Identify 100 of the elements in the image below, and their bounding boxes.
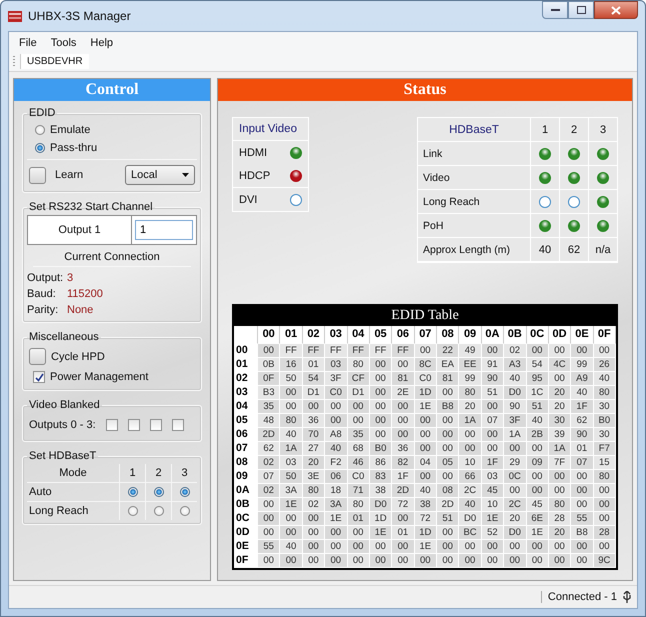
option-label: Power Management bbox=[50, 371, 148, 383]
table-cell: 30 bbox=[548, 414, 572, 428]
table-cell: D0 bbox=[504, 386, 526, 400]
table-cell: C0 bbox=[348, 470, 370, 484]
table-cell: 36 bbox=[302, 414, 326, 428]
table-cell: 3A bbox=[280, 484, 303, 498]
table-cell: 00 bbox=[437, 386, 460, 400]
table-title: EDID Table bbox=[234, 306, 616, 326]
table-cell: 2C bbox=[459, 484, 482, 498]
table-cell: 08 bbox=[437, 484, 460, 498]
checkbox[interactable] bbox=[33, 371, 45, 383]
table-cell: FF bbox=[280, 344, 303, 358]
menu-item[interactable]: File bbox=[13, 35, 43, 51]
table-cell: 15 bbox=[594, 456, 616, 470]
table-cell: 00 bbox=[392, 428, 415, 442]
table-cell: 6E bbox=[526, 512, 549, 526]
maximize-button[interactable] bbox=[568, 1, 594, 19]
device-tab[interactable]: USBDEVHR bbox=[20, 54, 89, 69]
column-header: 07 bbox=[414, 326, 437, 344]
table-cell: 00 bbox=[370, 372, 392, 386]
table-cell: 40 bbox=[280, 428, 303, 442]
table-cell: 00 bbox=[594, 484, 616, 498]
table-cell: 16 bbox=[280, 358, 303, 372]
table-cell: 72 bbox=[392, 498, 415, 512]
radio-button[interactable] bbox=[35, 125, 45, 135]
close-button[interactable] bbox=[594, 1, 638, 19]
table-cell: 00 bbox=[280, 512, 303, 526]
table-cell: F7 bbox=[594, 442, 616, 456]
table-cell: 00 bbox=[325, 414, 348, 428]
toggle-button[interactable] bbox=[29, 348, 46, 365]
table-cell: 00 bbox=[392, 512, 415, 526]
radio-button[interactable] bbox=[35, 143, 45, 153]
output-label: Output 1 bbox=[28, 216, 132, 244]
table-cell: 52 bbox=[482, 526, 504, 540]
table-cell: 72 bbox=[414, 512, 437, 526]
table-cell: 38 bbox=[370, 484, 392, 498]
row-label: Link bbox=[418, 142, 530, 166]
table-cell: 2D bbox=[392, 484, 415, 498]
column-header: 0C bbox=[526, 326, 549, 344]
table-cell: 00 bbox=[392, 540, 415, 554]
table-cell: 54 bbox=[302, 372, 326, 386]
table-cell: 36 bbox=[392, 442, 415, 456]
radio-button[interactable] bbox=[180, 487, 190, 497]
table-cell: 90 bbox=[571, 428, 594, 442]
minimize-icon bbox=[550, 8, 560, 12]
table-cell: 80 bbox=[594, 470, 616, 484]
table-cell: 00 bbox=[370, 358, 392, 372]
table-cell: 82 bbox=[392, 456, 415, 470]
source-dropdown[interactable]: Local bbox=[125, 165, 195, 185]
row-label: PoH bbox=[418, 214, 530, 238]
menu-item[interactable]: Help bbox=[84, 35, 120, 51]
checkbox[interactable] bbox=[106, 419, 118, 431]
table-cell: 1F bbox=[392, 470, 415, 484]
length-value: n/a bbox=[588, 238, 617, 262]
radio-button[interactable] bbox=[154, 506, 164, 516]
table-cell: F2 bbox=[325, 456, 348, 470]
table-cell: 00 bbox=[414, 470, 437, 484]
radio-button[interactable] bbox=[180, 506, 190, 516]
table-cell: 1E bbox=[325, 512, 348, 526]
radio-button[interactable] bbox=[128, 487, 138, 497]
table-cell: 00 bbox=[437, 554, 460, 568]
table-cell: 81 bbox=[392, 372, 415, 386]
table-cell: 02 bbox=[258, 484, 280, 498]
checkbox[interactable] bbox=[150, 419, 162, 431]
channel-input-field[interactable]: 1 bbox=[135, 220, 193, 240]
table-cell: FF bbox=[302, 344, 326, 358]
table-cell: 62 bbox=[258, 442, 280, 456]
column-header: 2 bbox=[559, 118, 588, 142]
table-cell: 00 bbox=[437, 414, 460, 428]
table-cell: 49 bbox=[459, 344, 482, 358]
radio-button[interactable] bbox=[154, 487, 164, 497]
table-cell: 00 bbox=[437, 526, 460, 540]
table-cell: 00 bbox=[302, 512, 326, 526]
column-header: 2 bbox=[145, 464, 171, 482]
toggle-button[interactable] bbox=[29, 166, 46, 184]
table-cell: 00 bbox=[414, 428, 437, 442]
table-cell: 02 bbox=[302, 498, 326, 512]
table-cell: B0 bbox=[594, 414, 616, 428]
table-cell: 20 bbox=[302, 456, 326, 470]
minimize-button[interactable] bbox=[542, 1, 568, 19]
table-cell: 00 bbox=[571, 344, 594, 358]
table-cell: 00 bbox=[548, 470, 572, 484]
table-cell: 40 bbox=[325, 442, 348, 456]
table-cell: 27 bbox=[302, 442, 326, 456]
table-cell: 00 bbox=[348, 414, 370, 428]
table-cell: 7F bbox=[548, 456, 572, 470]
table-cell: 00 bbox=[548, 540, 572, 554]
menu-item[interactable]: Tools bbox=[44, 35, 82, 51]
table-cell: 01 bbox=[571, 442, 594, 456]
radio-button[interactable] bbox=[128, 506, 138, 516]
table-cell: FF bbox=[370, 344, 392, 358]
table-cell: 00 bbox=[370, 540, 392, 554]
checkbox[interactable] bbox=[128, 419, 140, 431]
table-cell: 00 bbox=[392, 554, 415, 568]
checkbox[interactable] bbox=[172, 419, 184, 431]
row-label: Long Reach bbox=[418, 190, 530, 214]
table-cell: 00 bbox=[280, 554, 303, 568]
table-cell: 05 bbox=[437, 456, 460, 470]
table-cell: 3F bbox=[325, 372, 348, 386]
group-title: Set HDBaseT bbox=[28, 450, 98, 462]
